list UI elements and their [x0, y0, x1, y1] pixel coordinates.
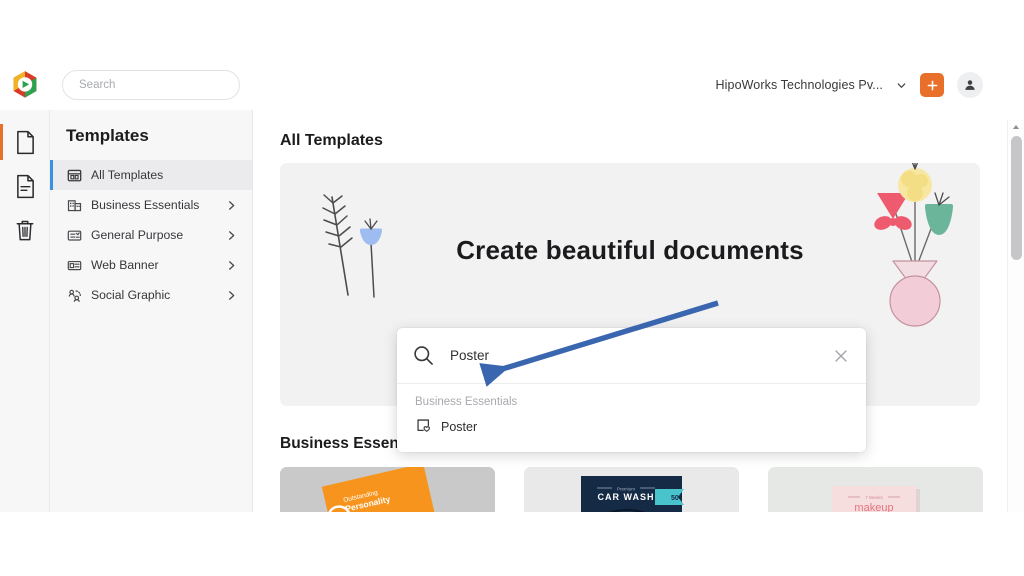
- personality-card-thumbnail: Outstanding Personality Traits of a: [280, 467, 495, 512]
- search-icon: [413, 345, 434, 366]
- scrollbar-thumb[interactable]: [1011, 136, 1022, 260]
- template-card-row: Outstanding Personality Traits of a Prem…: [280, 467, 1007, 512]
- vertical-scrollbar[interactable]: [1007, 120, 1024, 512]
- trash-icon: [14, 218, 36, 243]
- sidebar-item-social-graphic[interactable]: Social Graphic: [50, 280, 252, 310]
- organization-name[interactable]: HipoWorks Technologies Pv...: [716, 78, 883, 92]
- template-card[interactable]: Outstanding Personality Traits of a: [280, 467, 495, 512]
- close-icon[interactable]: [830, 345, 852, 367]
- chevron-right-icon[interactable]: [227, 200, 236, 211]
- plus-icon: [926, 79, 939, 92]
- svg-text:CAR WASH: CAR WASH: [598, 492, 655, 502]
- hexagon-play-logo-icon: [11, 70, 39, 100]
- top-header-bar: HipoWorks Technologies Pv...: [0, 60, 1007, 110]
- template-favorite-icon: [416, 418, 431, 436]
- makeup-course-card-thumbnail: 7 Weeks makeup course: [768, 467, 983, 512]
- header-right-controls: HipoWorks Technologies Pv...: [716, 72, 1007, 98]
- scrollbar-up-arrow[interactable]: [1008, 120, 1024, 134]
- page-title: All Templates: [254, 110, 1007, 150]
- sidebar-item-all-templates[interactable]: All Templates: [50, 160, 252, 190]
- svg-text:50: 50: [671, 495, 679, 502]
- hero-heading: Create beautiful documents: [280, 235, 980, 266]
- search-suggestions-overlay: Business Essentials Poster: [397, 328, 866, 452]
- rail-item-trash[interactable]: [0, 208, 50, 252]
- chevron-right-icon[interactable]: [227, 290, 236, 301]
- sidebar-item-label: All Templates: [91, 168, 163, 182]
- user-avatar-button[interactable]: [957, 72, 983, 98]
- rail-item-templates[interactable]: [0, 164, 50, 208]
- blank-document-icon: [15, 130, 36, 155]
- header-search-box[interactable]: [62, 70, 240, 100]
- main-content-area: All Templates: [254, 110, 1007, 512]
- rail-item-documents[interactable]: [0, 120, 50, 164]
- sidebar-item-label: Social Graphic: [91, 288, 170, 302]
- building-icon: [67, 198, 82, 213]
- result-item-label: Poster: [441, 420, 477, 434]
- car-wash-card-thumbnail: Premium CAR WASH 50: [524, 467, 739, 512]
- sidebar-title: Templates: [50, 126, 252, 160]
- app-logo[interactable]: [0, 60, 50, 110]
- sidebar-item-label: General Purpose: [91, 228, 183, 242]
- sidebar-item-label: Business Essentials: [91, 198, 199, 212]
- overlay-search-input[interactable]: [450, 348, 830, 363]
- user-icon: [963, 78, 977, 92]
- list-checklist-icon: [67, 228, 82, 243]
- template-card[interactable]: 7 Weeks makeup course: [768, 467, 983, 512]
- result-group-label: Business Essentials: [397, 394, 866, 416]
- web-banner-icon: [67, 258, 82, 273]
- primary-icon-rail: [0, 110, 50, 512]
- result-item-poster[interactable]: Poster: [397, 416, 866, 438]
- overlay-results-list: Business Essentials Poster: [397, 384, 866, 452]
- templates-sidebar: Templates All Templates: [50, 110, 253, 512]
- svg-text:Premium: Premium: [617, 487, 635, 492]
- lined-document-icon: [15, 174, 36, 199]
- svg-text:makeup: makeup: [854, 502, 893, 512]
- overlay-search-row[interactable]: [397, 328, 866, 384]
- chevron-right-icon[interactable]: [227, 230, 236, 241]
- chevron-right-icon[interactable]: [227, 260, 236, 271]
- header-search-input[interactable]: [79, 79, 233, 91]
- svg-text:7 Weeks: 7 Weeks: [865, 495, 883, 500]
- sidebar-item-label: Web Banner: [91, 258, 159, 272]
- grid-template-icon: [67, 168, 82, 183]
- sidebar-item-general-purpose[interactable]: General Purpose: [50, 220, 252, 250]
- template-card[interactable]: Premium CAR WASH 50: [524, 467, 739, 512]
- application-window: HipoWorks Technologies Pv...: [0, 60, 1024, 512]
- sidebar-item-business-essentials[interactable]: Business Essentials: [50, 190, 252, 220]
- chevron-down-icon[interactable]: [896, 80, 907, 91]
- add-new-button[interactable]: [920, 73, 944, 97]
- sidebar-item-web-banner[interactable]: Web Banner: [50, 250, 252, 280]
- social-users-icon: [67, 288, 82, 303]
